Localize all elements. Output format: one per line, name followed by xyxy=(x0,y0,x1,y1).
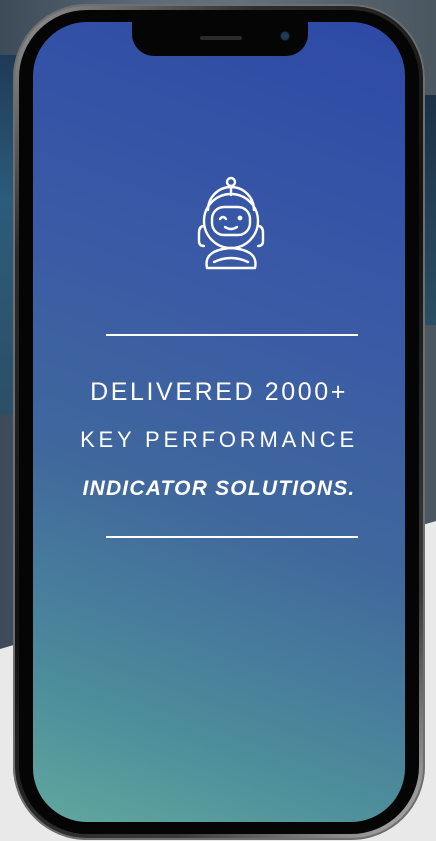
robot-icon xyxy=(181,174,281,274)
headline-line-1: DELIVERED 2000+ xyxy=(90,378,348,406)
phone-notch xyxy=(132,22,308,56)
phone-frame: DELIVERED 2000+ KEY PERFORMANCE INDICATO… xyxy=(13,4,425,840)
front-camera xyxy=(281,32,289,40)
divider-top xyxy=(106,334,358,336)
headline-line-2: KEY PERFORMANCE xyxy=(80,427,358,452)
headline-line-3: INDICATOR SOLUTIONS. xyxy=(82,477,356,500)
speaker-grille xyxy=(200,36,242,40)
divider-bottom xyxy=(106,536,358,538)
phone-screen: DELIVERED 2000+ KEY PERFORMANCE INDICATO… xyxy=(33,22,405,822)
